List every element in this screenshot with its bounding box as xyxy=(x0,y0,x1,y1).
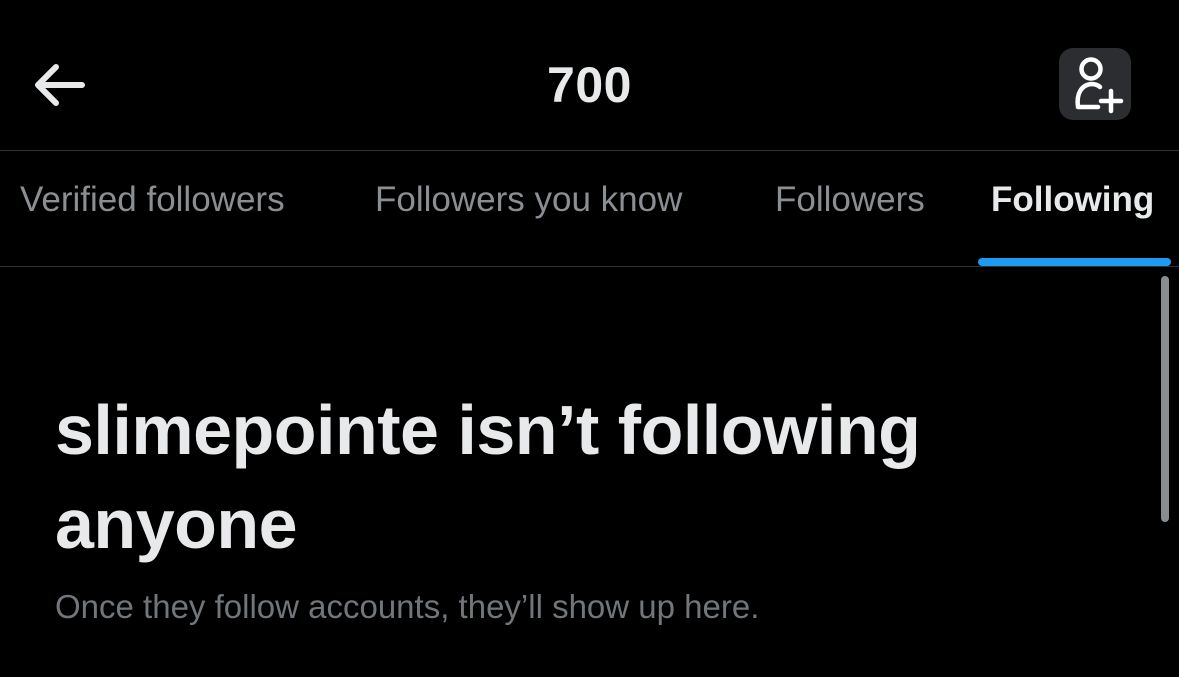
person-add-icon xyxy=(1075,57,1124,114)
tab-following[interactable]: Following xyxy=(991,178,1154,222)
add-user-button[interactable] xyxy=(1059,48,1131,120)
tab-bar: Verified followers Followers you know Fo… xyxy=(0,151,1179,266)
tab-followers[interactable]: Followers xyxy=(775,178,925,222)
tab-verified-followers[interactable]: Verified followers xyxy=(20,178,285,222)
following-screen: 700 Verified followers Followers you kno… xyxy=(0,0,1179,677)
empty-state-subtitle: Once they follow accounts, they’ll show … xyxy=(55,588,760,625)
empty-state-title: slimepointe isn’t following anyone xyxy=(55,391,921,563)
tab-followers-you-know[interactable]: Followers you know xyxy=(375,178,682,222)
scrollbar[interactable] xyxy=(1161,276,1169,522)
top-bar: 700 xyxy=(0,0,1179,150)
page-title: 700 xyxy=(547,57,632,113)
active-tab-indicator xyxy=(978,258,1171,266)
tabs-divider xyxy=(0,266,1179,267)
